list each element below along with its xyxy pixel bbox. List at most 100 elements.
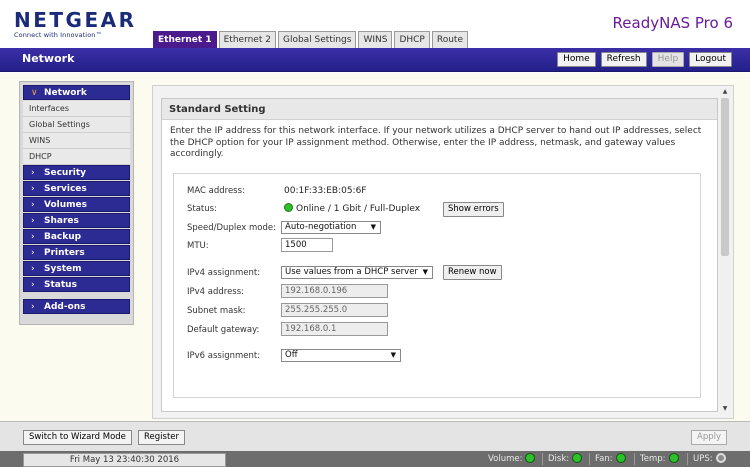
content-panel: Standard Setting Enter the IP address fo… [152, 85, 734, 419]
status-value: Online / 1 Gbit / Full-Duplex [284, 203, 420, 214]
sidebar-section-printers[interactable]: › Printers [23, 245, 130, 260]
bottom-bar: Switch to Wizard Mode Register Apply [0, 421, 750, 451]
sidebar-section-label: Shares [44, 216, 79, 226]
chevron-right-icon: › [31, 232, 35, 242]
status-online-icon [284, 203, 293, 212]
sidebar-section-backup[interactable]: › Backup [23, 229, 130, 244]
scroll-down-icon[interactable]: ▼ [720, 405, 730, 414]
status-divider [687, 453, 688, 465]
sidebar-section-system[interactable]: › System [23, 261, 130, 276]
tab-route[interactable]: Route [431, 31, 469, 48]
ipv6-assignment-value: Off [285, 350, 298, 360]
temp-indicator[interactable]: Temp: [640, 453, 679, 465]
sidebar-section-volumes[interactable]: › Volumes [23, 197, 130, 212]
help-button[interactable]: Help [651, 52, 685, 67]
card-title: Standard Setting [162, 99, 717, 120]
tab-ethernet-2[interactable]: Ethernet 2 [218, 31, 276, 48]
refresh-button[interactable]: Refresh [600, 52, 647, 67]
nav-buttons: Home Refresh Help Logout [552, 52, 732, 67]
fan-status-icon [615, 453, 626, 463]
chevron-right-icon: › [31, 302, 35, 312]
sidebar: ∨ Network Interfaces Global Settings WIN… [19, 81, 134, 325]
ipv4-assignment-select[interactable]: Use values from a DHCP server ▼ [281, 266, 433, 279]
ipv4-assignment-label: IPv4 assignment: [187, 268, 261, 278]
dropdown-arrow-icon: ▼ [422, 268, 428, 276]
sidebar-item-wins[interactable]: WINS [23, 133, 130, 149]
ipv4-assignment-value: Use values from a DHCP server [285, 267, 418, 277]
register-button[interactable]: Register [138, 430, 185, 445]
standard-setting-card: Standard Setting Enter the IP address fo… [161, 98, 718, 412]
sidebar-section-services[interactable]: › Services [23, 181, 130, 196]
main-area: ∨ Network Interfaces Global Settings WIN… [0, 73, 750, 421]
sidebar-section-label: Status [44, 280, 77, 290]
scroll-up-icon[interactable]: ▲ [720, 88, 730, 97]
sidebar-section-label: Backup [44, 232, 82, 242]
ups-label: UPS: [693, 454, 713, 464]
header: NETGEAR Connect with Innovation™ ReadyNA… [0, 0, 750, 48]
datetime-display: Fri May 13 23:40:30 2016 [23, 453, 226, 467]
navbar: Network Home Refresh Help Logout [0, 48, 750, 72]
volume-label: Volume: [488, 454, 523, 464]
speed-label: Speed/Duplex mode: [187, 223, 276, 233]
home-button[interactable]: Home [557, 52, 596, 67]
disk-label: Disk: [548, 454, 570, 464]
tab-wins[interactable]: WINS [358, 31, 393, 48]
mtu-label: MTU: [187, 241, 209, 251]
ipv6-assignment-label: IPv6 assignment: [187, 351, 261, 361]
speed-duplex-select[interactable]: Auto-negotiation ▼ [281, 221, 381, 234]
mac-label: MAC address: [187, 186, 245, 196]
ups-indicator[interactable]: UPS: [693, 453, 726, 465]
tab-dhcp[interactable]: DHCP [394, 31, 430, 48]
status-label: Status: [187, 204, 217, 214]
ups-status-icon [715, 453, 726, 463]
content-scrollbar[interactable]: ▲ ▼ [720, 88, 730, 414]
sidebar-item-interfaces[interactable]: Interfaces [23, 101, 130, 117]
ipv4-address-field[interactable]: 192.168.0.196 [281, 284, 388, 298]
fan-label: Fan: [595, 454, 613, 464]
chevron-right-icon: › [31, 248, 35, 258]
switch-to-wizard-button[interactable]: Switch to Wizard Mode [23, 430, 132, 445]
status-divider [634, 453, 635, 465]
tab-ethernet-1[interactable]: Ethernet 1 [153, 31, 217, 48]
sidebar-section-label: Services [44, 184, 87, 194]
dropdown-arrow-icon: ▼ [370, 223, 376, 231]
default-gateway-field[interactable]: 192.168.0.1 [281, 322, 388, 336]
mac-value: 00:1F:33:EB:05:6F [284, 186, 367, 196]
show-errors-button[interactable]: Show errors [443, 202, 504, 217]
tab-global-settings[interactable]: Global Settings [277, 31, 357, 48]
volume-status-icon [525, 453, 536, 463]
volume-indicator[interactable]: Volume: [488, 453, 536, 465]
card-description: Enter the IP address for this network in… [170, 126, 702, 159]
netgear-logo: NETGEAR Connect with Innovation™ [14, 9, 137, 39]
mtu-input[interactable]: 1500 [281, 238, 333, 252]
ipv6-assignment-select[interactable]: Off ▼ [281, 349, 401, 362]
subnet-mask-label: Subnet mask: [187, 306, 246, 316]
fan-indicator[interactable]: Fan: [595, 453, 626, 465]
chevron-right-icon: › [31, 168, 35, 178]
sidebar-section-add-ons[interactable]: › Add-ons [23, 299, 130, 314]
sidebar-section-network[interactable]: ∨ Network [23, 85, 130, 100]
brand-name: NETGEAR [14, 8, 137, 32]
chevron-right-icon: › [31, 200, 35, 210]
ipv4-address-label: IPv4 address: [187, 287, 245, 297]
sidebar-section-shares[interactable]: › Shares [23, 213, 130, 228]
temp-status-icon [668, 453, 679, 463]
sidebar-item-global-settings[interactable]: Global Settings [23, 117, 130, 133]
sidebar-section-status[interactable]: › Status [23, 277, 130, 292]
chevron-down-icon: ∨ [31, 88, 38, 98]
subnet-mask-field[interactable]: 255.255.255.0 [281, 303, 388, 317]
temp-label: Temp: [640, 454, 666, 464]
chevron-right-icon: › [31, 264, 35, 274]
disk-indicator[interactable]: Disk: [548, 453, 583, 465]
status-text: Online / 1 Gbit / Full-Duplex [296, 204, 421, 214]
sidebar-section-security[interactable]: › Security [23, 165, 130, 180]
sidebar-section-label: Printers [44, 248, 85, 258]
brand-tagline: Connect with Innovation™ [14, 31, 103, 39]
apply-button[interactable]: Apply [691, 430, 727, 445]
chevron-right-icon: › [31, 216, 35, 226]
product-name: ReadyNAS Pro 6 [612, 14, 733, 32]
scroll-thumb[interactable] [721, 98, 729, 256]
logout-button[interactable]: Logout [689, 52, 732, 67]
renew-now-button[interactable]: Renew now [443, 265, 502, 280]
sidebar-item-dhcp[interactable]: DHCP [23, 149, 130, 165]
